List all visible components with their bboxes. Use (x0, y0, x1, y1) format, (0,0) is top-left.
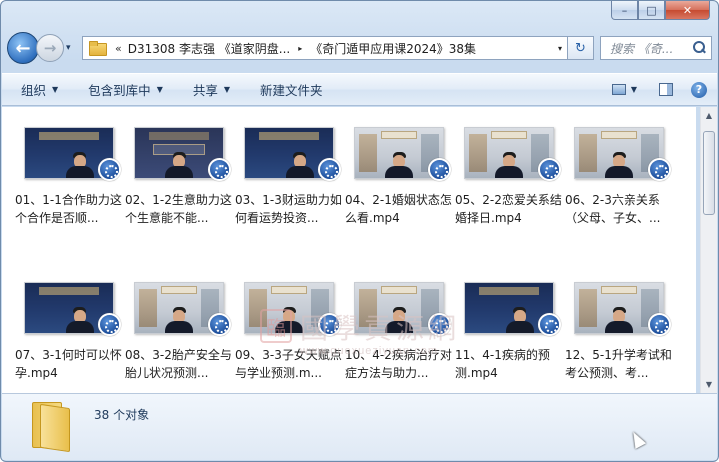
help-icon[interactable]: ? (691, 81, 707, 98)
minimize-button[interactable]: – (611, 1, 638, 20)
include-in-library-label: 包含到库中 (88, 83, 151, 98)
command-bar: 组织 ▼ 包含到库中 ▼ 共享 ▼ 新建文件夹 ▼ ? (2, 73, 717, 106)
explorer-window: – □ ✕ ← → ▾ « D31308 李志强 《道家阴盘... ▸ 《奇门遁… (0, 0, 719, 462)
file-item[interactable]: 06、2-3六亲关系（父母、子女、... (564, 127, 674, 227)
view-options-chevron-icon[interactable]: ▼ (631, 85, 637, 94)
file-name: 09、3-3子女天赋点与学业预测.m... (235, 348, 342, 380)
file-name: 12、5-1升学考试和考公预测、考... (565, 348, 672, 380)
large-folder-icon (32, 402, 70, 453)
video-player-badge-icon (648, 313, 671, 336)
back-arrow-icon: ← (15, 37, 31, 59)
forward-arrow-icon: → (43, 39, 57, 57)
file-item[interactable]: 05、2-2恋爱关系结婚择日.mp4 (454, 127, 564, 227)
file-name: 08、3-2胎产安全与胎儿状况预测... (125, 348, 232, 380)
preview-pane-icon[interactable] (659, 83, 673, 96)
video-player-badge-icon (538, 313, 561, 336)
address-dropdown-icon[interactable]: ▾ (558, 44, 562, 53)
refresh-button[interactable]: ↻ (568, 36, 594, 60)
folder-icon (89, 41, 107, 56)
file-name: 07、3-1何时可以怀孕.mp4 (15, 348, 122, 380)
video-player-badge-icon (538, 158, 561, 181)
item-count: 38 个对象 (94, 408, 150, 422)
file-list-view[interactable]: 01、1-1合作助力这个合作是否顺... 02、1-2生意助力这个生意能不能...… (2, 107, 696, 393)
video-player-badge-icon (428, 158, 451, 181)
chevron-down-icon: ▼ (156, 85, 163, 94)
file-item[interactable]: 01、1-1合作助力这个合作是否顺... (14, 127, 124, 227)
file-name: 11、4-1疾病的预测.mp4 (455, 348, 550, 380)
file-name: 10、4-2疾病治疗对症方法与助力... (345, 348, 452, 380)
back-button[interactable]: ← (7, 32, 39, 64)
address-bar[interactable]: « D31308 李志强 《道家阴盘... ▸ 《奇门遁甲应用课2024》38集… (82, 36, 568, 60)
organize-label: 组织 (21, 83, 47, 98)
recent-pages-dropdown[interactable]: ▾ (66, 43, 80, 53)
chevron-down-icon: ▼ (223, 85, 231, 94)
file-name: 05、2-2恋爱关系结婚择日.mp4 (455, 193, 562, 225)
video-player-badge-icon (318, 313, 341, 336)
video-player-badge-icon (98, 313, 121, 336)
change-view-icon[interactable] (611, 84, 626, 95)
organize-menu[interactable]: 组织 ▼ (21, 80, 58, 99)
file-item[interactable]: 02、1-2生意助力这个生意能不能... (124, 127, 234, 227)
file-name: 02、1-2生意助力这个生意能不能... (125, 193, 232, 225)
search-icon (692, 41, 706, 55)
file-item[interactable]: 03、1-3财运助力如何看运势投资... (234, 127, 344, 227)
video-player-badge-icon (208, 313, 231, 336)
file-item[interactable]: 07、3-1何时可以怀孕.mp4 (14, 282, 124, 382)
close-button[interactable]: ✕ (665, 1, 710, 20)
new-folder-button[interactable]: 新建文件夹 (260, 80, 323, 99)
video-player-badge-icon (318, 158, 341, 181)
breadcrumb-separator-icon[interactable]: ▸ (298, 44, 302, 53)
include-in-library-menu[interactable]: 包含到库中 ▼ (88, 80, 163, 99)
forward-button[interactable]: → (36, 34, 64, 62)
chevron-down-icon: ▼ (52, 85, 59, 94)
navigation-row: ← → ▾ « D31308 李志强 《道家阴盘... ▸ 《奇门遁甲应用课20… (7, 31, 712, 65)
refresh-icon: ↻ (575, 40, 586, 56)
breadcrumb-parent[interactable]: D31308 李志强 《道家阴盘... (128, 40, 291, 57)
scroll-thumb[interactable] (703, 131, 715, 215)
video-player-badge-icon (208, 158, 231, 181)
file-item[interactable]: 11、4-1疾病的预测.mp4 (454, 282, 564, 382)
toolbar-right-group: ▼ ? (611, 81, 707, 98)
file-name: 01、1-1合作助力这个合作是否顺... (15, 193, 122, 225)
share-menu[interactable]: 共享 ▼ (193, 80, 230, 99)
file-item[interactable]: 09、3-3子女天赋点与学业预测.m... (234, 282, 344, 382)
vertical-scrollbar[interactable]: ▲ ▼ (700, 107, 717, 393)
maximize-button[interactable]: □ (638, 1, 665, 20)
breadcrumb-overflow[interactable]: « (115, 42, 122, 55)
video-player-badge-icon (428, 313, 451, 336)
search-placeholder: 搜索 《奇... (610, 41, 674, 56)
file-name: 03、1-3财运助力如何看运势投资... (235, 193, 342, 225)
breadcrumb-current[interactable]: 《奇门遁甲应用课2024》38集 (310, 40, 476, 57)
scroll-down-icon[interactable]: ▼ (701, 376, 717, 393)
details-pane: 38 个对象 (2, 393, 717, 460)
video-player-badge-icon (98, 158, 121, 181)
video-player-badge-icon (648, 158, 671, 181)
share-label: 共享 (192, 83, 218, 98)
file-name: 06、2-3六亲关系（父母、子女、... (565, 193, 661, 225)
file-grid: 01、1-1合作助力这个合作是否顺... 02、1-2生意助力这个生意能不能...… (2, 107, 696, 393)
search-input[interactable]: 搜索 《奇... (600, 36, 712, 60)
file-item[interactable]: 08、3-2胎产安全与胎儿状况预测... (124, 282, 234, 382)
file-item[interactable]: 04、2-1婚姻状态怎么看.mp4 (344, 127, 454, 227)
file-name: 04、2-1婚姻状态怎么看.mp4 (345, 193, 452, 225)
caption-buttons: – □ ✕ (611, 1, 710, 21)
new-folder-label: 新建文件夹 (260, 83, 323, 98)
file-item[interactable]: 12、5-1升学考试和考公预测、考... (564, 282, 674, 382)
file-item[interactable]: 10、4-2疾病治疗对症方法与助力... (344, 282, 454, 382)
scroll-up-icon[interactable]: ▲ (701, 107, 717, 124)
